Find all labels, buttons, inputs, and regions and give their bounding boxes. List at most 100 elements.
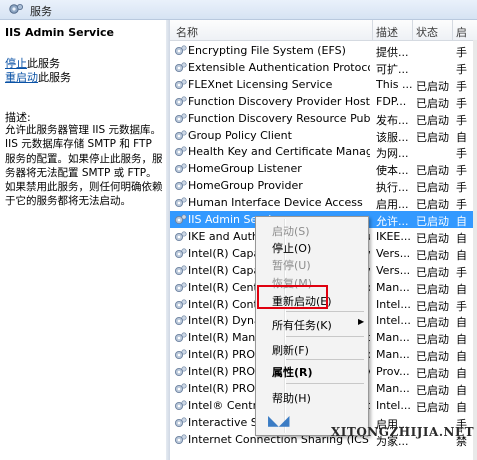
service-name: Health Key and Certificate Managem... — [188, 145, 370, 159]
service-desc: FDP... — [376, 94, 407, 108]
menu-item-properties[interactable]: 属性(R) — [272, 362, 366, 380]
service-gear-icon — [174, 298, 187, 309]
menu-item-pause-label: 暂停(U) — [272, 259, 311, 272]
restart-link-line: 重启动此服务 — [5, 69, 71, 85]
service-desc: Intel... — [376, 297, 411, 311]
service-desc: Man... — [376, 348, 410, 362]
service-gear-icon — [174, 214, 187, 225]
service-gear-icon — [174, 383, 187, 394]
menu-item-start-label: 启动(S) — [272, 225, 310, 238]
menu-item-help-label: 帮助(H) — [272, 392, 311, 405]
menu-separator — [286, 311, 364, 312]
table-row[interactable]: Function Discovery Resource Publicati...… — [170, 110, 477, 127]
service-detail-pane: IIS Admin Service 停止此服务 重启动此服务 描述: 允许此服务… — [0, 20, 166, 460]
service-status: 已启动 — [416, 384, 449, 397]
service-name: Function Discovery Resource Publicati... — [188, 111, 370, 125]
service-gear-icon — [174, 180, 187, 191]
table-row[interactable]: HomeGroup Provider 执行... 已启动手 — [170, 177, 477, 194]
service-gear-icon — [174, 113, 187, 123]
column-header-desc[interactable]: 描述 — [376, 24, 398, 40]
watermark-logo-icon: ◣◢ — [268, 413, 290, 429]
service-gear-icon — [174, 417, 187, 427]
column-header-status[interactable]: 状态 — [416, 24, 438, 40]
context-menu: 启动(S) 停止(O) 暂停(U) 恢复(M) 重新启动(E) 所有任务(K) ▶… — [255, 216, 369, 436]
service-gear-icon — [174, 62, 187, 72]
table-row[interactable]: Function Discovery Provider Host FDP... 已启… — [170, 93, 477, 110]
service-gear-icon — [174, 231, 187, 241]
service-gear-icon — [174, 129, 187, 140]
service-status: 已启动 — [416, 316, 449, 330]
restart-service-link[interactable]: 重启动 — [5, 71, 38, 84]
table-row[interactable]: FLEXnet Licensing Service This ... 已启动手 — [170, 76, 477, 93]
service-desc: Man... — [376, 382, 410, 395]
menu-item-stop[interactable]: 停止(O) — [272, 238, 366, 256]
service-status: 已启动 — [416, 282, 449, 296]
menu-item-stop-label: 停止(O) — [272, 242, 312, 255]
service-desc: 为网... — [376, 147, 409, 161]
service-status: 已启动 — [416, 400, 449, 414]
watermark-text: XITONGZHIJIA.NET — [331, 425, 475, 439]
service-status: 已启动 — [416, 215, 449, 228]
table-row[interactable]: Human Interface Device Access 启用... 已启动手 — [170, 194, 477, 211]
service-desc: Prov... — [376, 365, 410, 379]
column-header-startup[interactable]: 启 — [456, 24, 467, 40]
service-desc: 启用... — [376, 198, 409, 212]
service-name: FLEXnet Licensing Service — [188, 77, 333, 91]
service-status: 已启动 — [416, 333, 449, 347]
service-gear-icon — [174, 45, 187, 56]
service-desc: Intel... — [376, 314, 411, 328]
service-desc: 该服... — [376, 130, 409, 144]
service-name: HomeGroup Listener — [188, 162, 302, 176]
service-desc: 允许... — [376, 215, 409, 228]
service-name: Extensible Authentication Protocol — [188, 60, 370, 74]
service-desc: 提供... — [376, 46, 409, 59]
service-gear-icon — [174, 163, 187, 174]
table-row[interactable]: Encrypting File System (EFS) 提供... 手 — [170, 42, 477, 59]
service-status: 已启动 — [416, 130, 449, 144]
column-separator — [452, 20, 453, 40]
service-desc: IKEE... — [376, 229, 411, 243]
menu-separator — [286, 336, 364, 337]
submenu-arrow-icon: ▶ — [358, 317, 365, 326]
service-desc: 发布... — [376, 113, 409, 127]
service-status: 已启动 — [416, 181, 449, 195]
service-description: 允许此服务器管理 IIS 元数据库。IIS 元数据库存储 SMTP 和 FTP … — [5, 124, 163, 208]
title-bar: 服务 — [0, 0, 477, 20]
menu-item-help[interactable]: 帮助(H) — [272, 388, 366, 406]
table-row[interactable]: Group Policy Client 该服... 已启动自 — [170, 127, 477, 144]
column-separator — [372, 20, 373, 40]
menu-item-all-tasks[interactable]: 所有任务(K) ▶ — [272, 315, 366, 333]
service-name: Group Policy Client — [188, 128, 292, 142]
service-gear-icon — [174, 197, 187, 208]
service-desc: This ... — [376, 77, 412, 91]
service-gear-icon — [174, 366, 187, 377]
service-gear-icon — [174, 400, 187, 410]
menu-item-start[interactable]: 启动(S) — [272, 221, 366, 239]
menu-item-properties-label: 属性(R) — [272, 366, 313, 379]
table-row[interactable]: Extensible Authentication Protocol 可扩... 手 — [170, 59, 477, 76]
column-header-name[interactable]: 名称 — [176, 24, 198, 40]
service-desc: 可扩... — [376, 62, 409, 76]
service-name: Function Discovery Provider Host — [188, 94, 370, 108]
table-row[interactable]: HomeGroup Listener 使本... 已启动手 — [170, 160, 477, 177]
service-gear-icon — [174, 332, 187, 343]
menu-item-pause[interactable]: 暂停(U) — [272, 255, 366, 273]
service-status: 已启动 — [416, 198, 449, 212]
menu-item-refresh[interactable]: 刷新(F) — [272, 340, 366, 358]
service-status: 已启动 — [416, 367, 449, 381]
restart-highlight-box — [257, 285, 328, 309]
gear-icon — [9, 4, 23, 14]
service-desc: Intel... — [376, 398, 411, 412]
service-status: 已启动 — [416, 164, 449, 178]
service-gear-icon — [174, 79, 187, 89]
service-gear-icon — [174, 315, 187, 326]
service-gear-icon — [174, 96, 187, 106]
service-status: 已启动 — [416, 299, 449, 313]
service-gear-icon — [174, 349, 187, 360]
service-name: HomeGroup Provider — [188, 179, 303, 193]
service-name: Human Interface Device Access — [188, 196, 363, 210]
service-status: 已启动 — [416, 265, 449, 279]
service-gear-icon — [174, 282, 187, 292]
table-row[interactable]: Health Key and Certificate Managem... 为网.… — [170, 143, 477, 160]
vertical-scrollbar[interactable] — [473, 40, 477, 460]
